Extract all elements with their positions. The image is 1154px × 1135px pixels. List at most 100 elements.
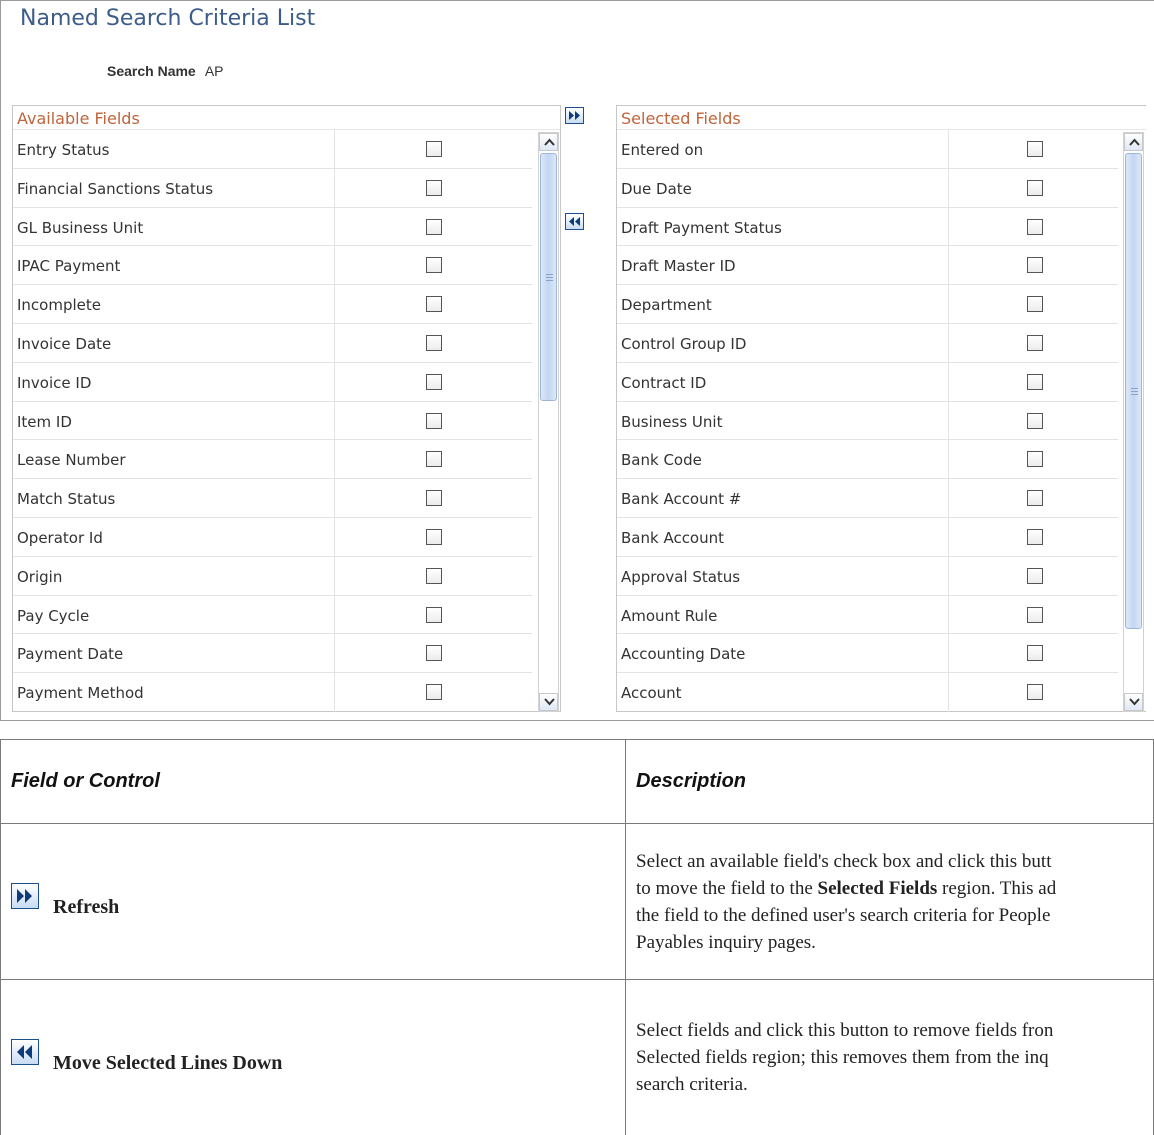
field-checkbox[interactable] (1027, 412, 1043, 429)
column-divider (948, 285, 949, 323)
move-selected-lines-down-button[interactable] (565, 213, 584, 230)
list-item: Bank Account # (617, 479, 1118, 518)
refresh-button[interactable] (565, 107, 584, 124)
column-divider (334, 362, 335, 401)
column-divider (334, 246, 335, 285)
double-right-arrow-icon (11, 882, 39, 909)
column-divider (334, 207, 335, 246)
field-checkbox[interactable] (1027, 528, 1043, 545)
field-checkbox[interactable] (426, 257, 442, 274)
field-checkbox[interactable] (426, 218, 442, 235)
list-item: Item ID (13, 401, 532, 441)
column-divider (334, 440, 335, 479)
column-divider (948, 634, 949, 673)
field-checkbox[interactable] (426, 296, 442, 313)
field-name: Pay Cycle (17, 606, 90, 625)
list-item: Financial Sanctions Status (13, 168, 532, 208)
field-checkbox[interactable] (426, 412, 442, 429)
search-name-value: AP (204, 63, 224, 79)
scroll-down-button[interactable] (539, 693, 558, 711)
list-item: IPAC Payment (13, 246, 532, 286)
field-checkbox[interactable] (426, 490, 442, 507)
double-right-arrow-icon (569, 111, 580, 120)
field-checkbox[interactable] (1027, 567, 1043, 584)
field-checkbox[interactable] (426, 451, 442, 468)
column-divider (948, 168, 949, 207)
chevron-up-icon (1129, 138, 1140, 146)
field-checkbox[interactable] (1027, 257, 1043, 274)
field-checkbox[interactable] (1027, 218, 1043, 235)
selected-fields-scrollbar[interactable] (1123, 132, 1144, 712)
field-name: Origin (17, 567, 63, 586)
table-row: Refresh Select an available field's chec… (0, 823, 1154, 980)
scroll-up-button[interactable] (539, 133, 558, 151)
field-name: Financial Sanctions Status (17, 179, 214, 198)
selected-fields-list: Entered on Due Date Draft Payment Status Dr… (617, 130, 1118, 712)
field-name: Invoice Date (17, 334, 112, 353)
description-line: to move the field to the Selected Fields… (636, 875, 1153, 902)
column-divider (948, 362, 949, 401)
field-checkbox[interactable] (426, 606, 442, 623)
field-checkbox[interactable] (426, 528, 442, 545)
field-checkbox[interactable] (1027, 451, 1043, 468)
column-divider (948, 556, 949, 595)
column-divider (948, 246, 949, 285)
search-name-field: Search Name AP (107, 63, 224, 79)
list-item: Lease Number (13, 440, 532, 480)
field-checkbox[interactable] (1027, 296, 1043, 313)
list-item: Account (617, 673, 1118, 712)
scroll-thumb[interactable] (540, 153, 557, 401)
list-item: Origin (13, 556, 532, 596)
list-item: Incomplete (13, 285, 532, 324)
scroll-up-button[interactable] (1124, 133, 1143, 151)
list-item: Approval Status (617, 556, 1118, 596)
chevron-down-icon (1129, 698, 1140, 706)
field-checkbox[interactable] (1027, 179, 1043, 196)
field-checkbox[interactable] (1027, 606, 1043, 623)
description-cell: Select fields and click this button to r… (625, 979, 1154, 1135)
field-checkbox[interactable] (426, 373, 442, 390)
field-name: Accounting Date (621, 645, 746, 664)
description-line: search criteria. (636, 1074, 748, 1095)
scroll-thumb[interactable] (1125, 153, 1142, 629)
list-item: Contract ID (617, 362, 1118, 402)
list-item: Operator Id (13, 517, 532, 557)
field-checkbox[interactable] (1027, 684, 1043, 701)
column-divider (948, 595, 949, 634)
field-checkbox[interactable] (1027, 141, 1043, 157)
column-divider (334, 556, 335, 595)
list-item: Due Date (617, 168, 1118, 208)
field-name: Operator Id (17, 528, 103, 547)
field-checkbox[interactable] (426, 141, 442, 157)
column-divider (948, 207, 949, 246)
description-line: Selected fields region; this removes the… (636, 1047, 1049, 1068)
field-name: Account (621, 684, 682, 703)
field-checkbox[interactable] (426, 645, 442, 662)
field-checkbox[interactable] (426, 334, 442, 351)
available-fields-list: Entry Status Financial Sanctions Status GL… (13, 130, 532, 712)
field-checkbox[interactable] (1027, 373, 1043, 390)
list-item: Bank Account (617, 517, 1118, 557)
field-checkbox[interactable] (426, 684, 442, 701)
column-divider (334, 130, 335, 168)
column-divider (334, 673, 335, 712)
search-name-label: Search Name (107, 63, 196, 79)
field-checkbox[interactable] (1027, 645, 1043, 662)
double-left-arrow-icon (11, 1038, 39, 1065)
available-fields-scrollbar[interactable] (538, 132, 559, 712)
field-checkbox[interactable] (426, 179, 442, 196)
selected-fields-title: Selected Fields (621, 109, 741, 128)
field-name: Control Group ID (621, 334, 747, 353)
field-name: Payment Method (17, 684, 144, 703)
list-item: Match Status (13, 479, 532, 518)
description-cell: Select an available field's check box an… (625, 823, 1154, 980)
field-checkbox[interactable] (1027, 334, 1043, 351)
list-item: Control Group ID (617, 323, 1118, 363)
named-search-criteria-panel: Named Search Criteria List Search Name A… (0, 0, 1154, 721)
field-checkbox[interactable] (1027, 490, 1043, 507)
field-name: Bank Account # (621, 490, 742, 509)
scroll-down-button[interactable] (1124, 693, 1143, 711)
field-checkbox[interactable] (426, 567, 442, 584)
column-divider (948, 401, 949, 440)
column-divider (948, 130, 949, 168)
